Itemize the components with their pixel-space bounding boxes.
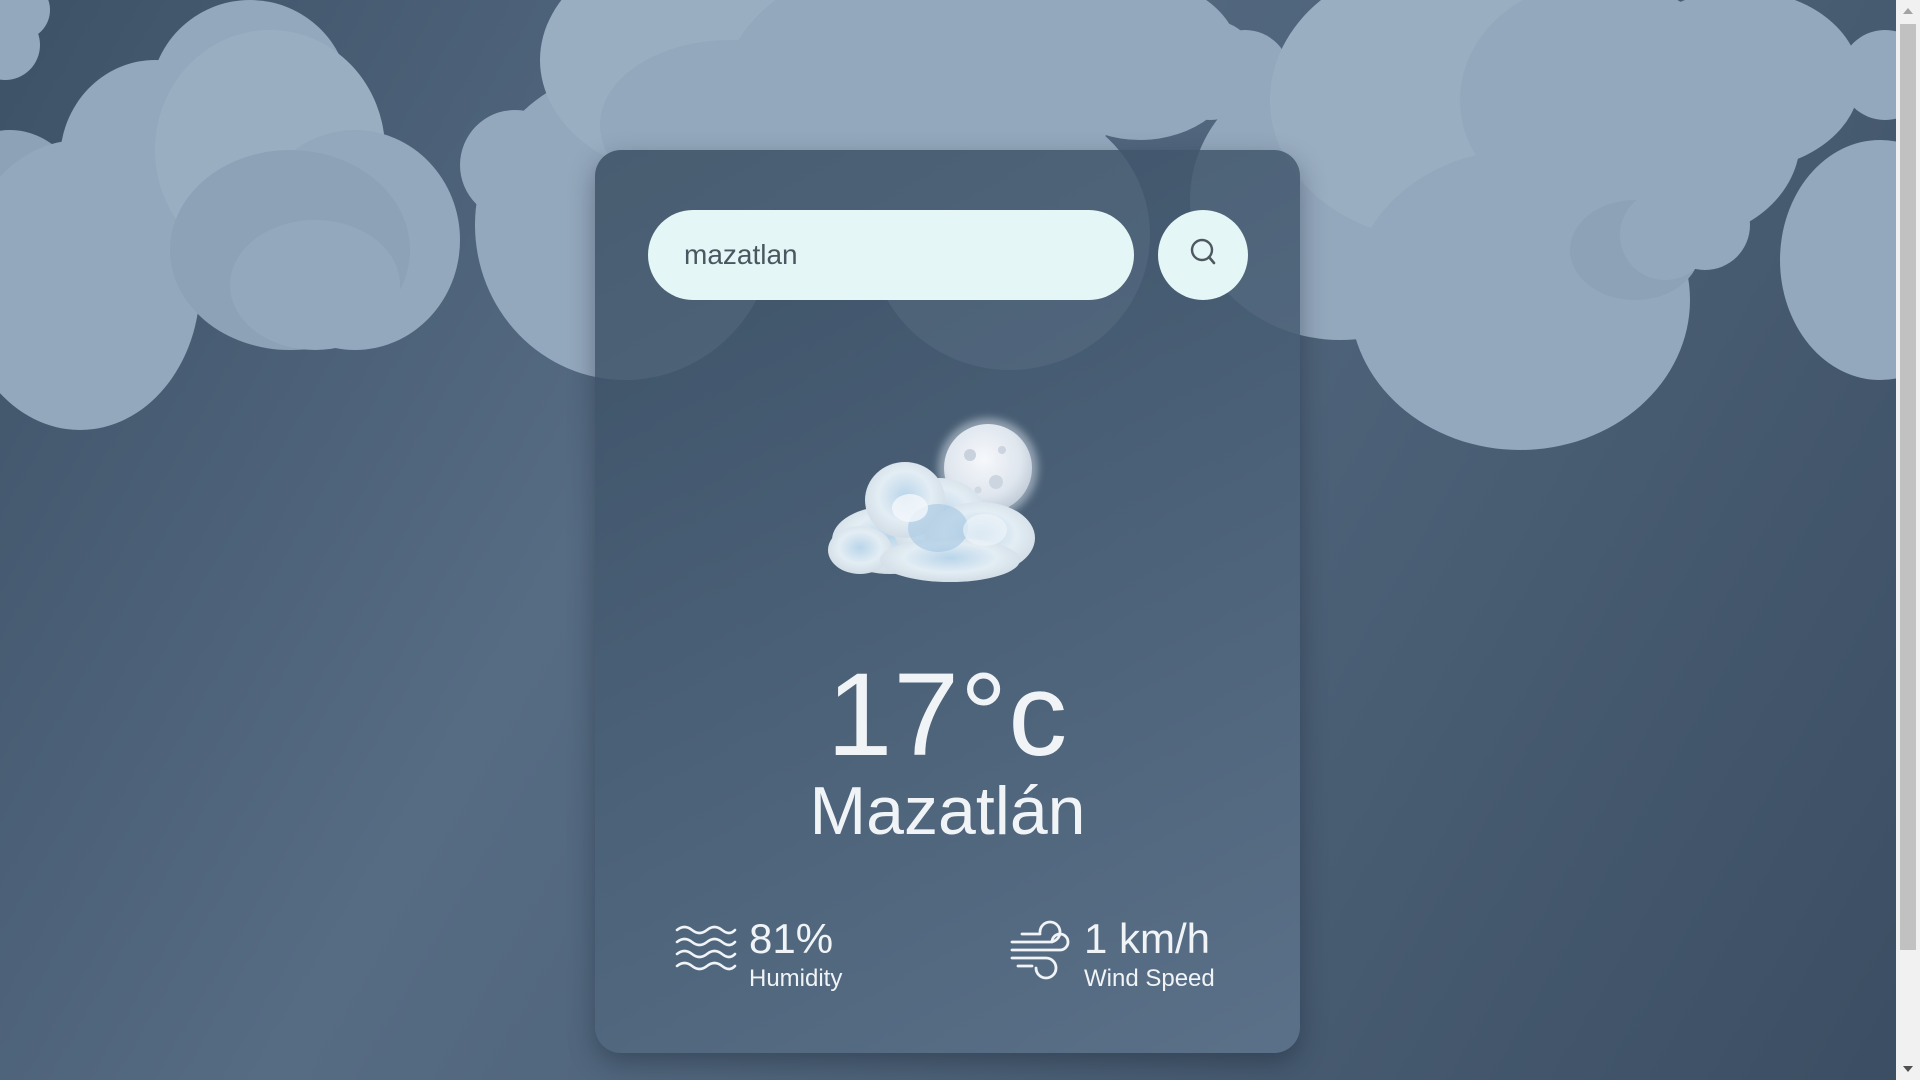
humidity-stat: 81% Humidity (675, 915, 935, 995)
wind-icon (1010, 920, 1070, 980)
search-icon (1190, 238, 1216, 265)
wind-stat: 1 km/h Wind Speed (1010, 915, 1270, 995)
vertical-scrollbar[interactable] (1896, 0, 1920, 1080)
search-button[interactable] (1158, 210, 1248, 300)
scrollbar-thumb[interactable] (1900, 24, 1916, 950)
wind-label: Wind Speed (1084, 965, 1215, 992)
cloud-moon-icon (828, 418, 1038, 582)
humidity-value: 81% (749, 915, 834, 962)
temperature-value: 17°c (826, 649, 1069, 781)
wind-value: 1 km/h (1084, 915, 1211, 962)
city-name: Mazatlán (809, 773, 1086, 849)
scroll-up-arrow-icon[interactable] (1903, 8, 1913, 14)
city-search-input[interactable] (648, 210, 1134, 300)
weather-card: 17°c Mazatlán 81% Humidity 1 km/h Wind S… (595, 150, 1300, 1053)
scroll-down-arrow-icon[interactable] (1903, 1066, 1913, 1072)
humidity-waves-icon (675, 925, 737, 971)
humidity-label: Humidity (749, 965, 843, 992)
